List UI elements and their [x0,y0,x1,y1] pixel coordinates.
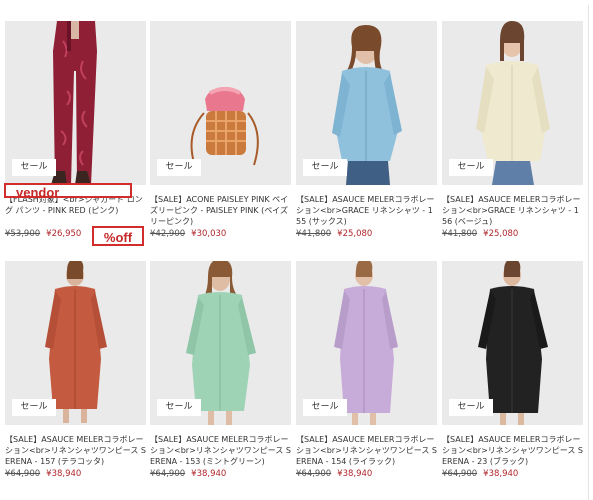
product-card[interactable]: セール 【SALE】ASAUCE MELERコラボレーション<br>GRACE … [296,21,437,240]
sale-tag: セール [303,159,347,176]
original-price: ¥41,800 [296,229,332,239]
original-price: ¥42,900 [150,229,186,239]
original-price: ¥64,900 [296,469,332,479]
original-price: ¥64,900 [150,469,186,479]
product-card[interactable]: セール 【SALE】ACONE PAISLEY PINK ペイズリーピンク - … [150,21,291,240]
product-card[interactable]: セール 【SALE】ASAUCE MELERコラボレーション<br>GRACE … [442,21,583,240]
original-price: ¥64,900 [5,469,41,479]
price-row: ¥64,900 ¥38,940 [442,469,583,480]
product-card[interactable]: セール 【SALE】ASAUCE MELERコラボレーション<br>リネンシャツ… [150,261,291,480]
price-row: ¥64,900 ¥38,940 [5,469,146,480]
sale-price: ¥38,940 [191,469,227,479]
product-image[interactable]: セール [5,261,146,425]
product-title[interactable]: 【SALE】ACONE PAISLEY PINK ペイズリーピンク - PAIS… [150,194,291,227]
product-image[interactable]: セール [442,261,583,425]
sale-price: ¥38,940 [46,469,82,479]
original-price: ¥64,900 [442,469,478,479]
original-price: ¥41,800 [442,229,478,239]
sale-price: ¥26,950 [46,229,82,239]
original-price: ¥53,900 [5,229,41,239]
sale-tag: セール [449,399,493,416]
product-title[interactable]: 【SALE】ASAUCE MELERコラボレーション<br>リネンシャツワンピー… [5,434,146,467]
price-row: ¥41,800 ¥25,080 [442,229,583,240]
sale-tag: セール [157,159,201,176]
product-image[interactable]: セール [442,21,583,185]
price-row: ¥41,800 ¥25,080 [296,229,437,240]
price-row: ¥64,900 ¥38,940 [150,469,291,480]
product-title[interactable]: 【SALE】ASAUCE MELERコラボレーション<br>GRACE リネンシ… [296,194,437,227]
product-title[interactable]: 【SALE】ASAUCE MELERコラボレーション<br>リネンシャツワンピー… [296,434,437,467]
sale-price: ¥38,940 [337,469,373,479]
product-image[interactable]: セール [150,261,291,425]
product-title[interactable]: 【SALE】ASAUCE MELERコラボレーション<br>リネンシャツワンピー… [442,434,583,467]
price-row: ¥42,900 ¥30,030 [150,229,291,240]
sale-tag: セール [12,159,56,176]
sale-price: ¥25,080 [337,229,373,239]
product-title[interactable]: 【SALE】ASAUCE MELERコラボレーション<br>リネンシャツワンピー… [150,434,291,467]
sale-price: ¥30,030 [191,229,227,239]
product-title[interactable]: 【SALE】ASAUCE MELERコラボレーション<br>GRACE リネンシ… [442,194,583,227]
product-image[interactable]: セール [296,21,437,185]
sale-tag: セール [449,159,493,176]
product-card[interactable]: セール 【FLASH対象】<br>ジャカード ロング パンツ - PINK RE… [5,21,146,240]
product-image[interactable]: セール [5,21,146,185]
price-row: ¥64,900 ¥38,940 [296,469,437,480]
product-image[interactable]: セール [150,21,291,185]
product-image[interactable]: セール [296,261,437,425]
product-card[interactable]: セール 【SALE】ASAUCE MELERコラボレーション<br>リネンシャツ… [442,261,583,480]
percent-off-annotation: %off [92,226,144,246]
product-card[interactable]: セール 【SALE】ASAUCE MELERコラボレーション<br>リネンシャツ… [5,261,146,480]
product-card[interactable]: セール 【SALE】ASAUCE MELERコラボレーション<br>リネンシャツ… [296,261,437,480]
page-divider [588,5,589,500]
sale-tag: セール [12,399,56,416]
sale-price: ¥38,940 [483,469,519,479]
vendor-annotation: vendor [4,183,132,200]
sale-tag: セール [303,399,347,416]
sale-price: ¥25,080 [483,229,519,239]
sale-tag: セール [157,399,201,416]
